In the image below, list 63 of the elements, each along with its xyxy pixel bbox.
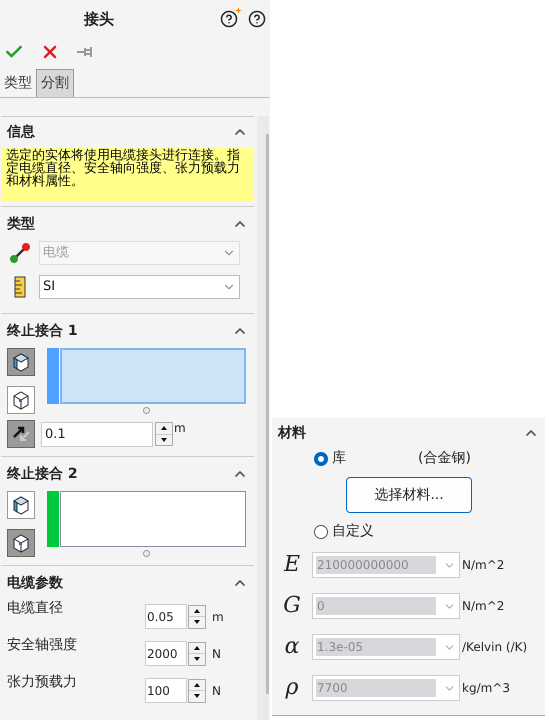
radio-button[interactable]: 库 bbox=[314, 448, 418, 469]
spinner-control[interactable] bbox=[188, 604, 206, 628]
section-title: 类型 bbox=[7, 214, 35, 234]
up-arrow-icon bbox=[194, 608, 200, 613]
arrows-icon bbox=[11, 424, 31, 444]
section-title: 终止接合 1 bbox=[7, 322, 78, 340]
offset-field[interactable]: 0.1 bbox=[41, 422, 153, 446]
cube-vertex-icon bbox=[11, 533, 31, 553]
up-arrow-icon bbox=[194, 682, 200, 687]
selection-mode-button[interactable] bbox=[7, 348, 35, 376]
parameter-label: 电缆直径 bbox=[7, 599, 64, 618]
ruler-icon bbox=[14, 276, 26, 298]
up-arrow-icon bbox=[161, 426, 167, 430]
select-material-button[interactable]: 选择材料... bbox=[346, 477, 472, 513]
tab[interactable]: 分割 bbox=[36, 69, 74, 97]
parameter-label: 安全轴强度 bbox=[7, 636, 78, 655]
cube-vertex-icon bbox=[11, 390, 31, 410]
unit-label: /Kelvin (/K) bbox=[462, 639, 528, 656]
scrollbar[interactable] bbox=[257, 116, 269, 720]
panel-title: 接头 bbox=[84, 8, 115, 30]
down-arrow-icon bbox=[194, 694, 200, 698]
radio-button[interactable]: 自定义 bbox=[314, 521, 374, 542]
parameter-field[interactable]: 2000 bbox=[145, 641, 187, 666]
resize-handle-icon[interactable] bbox=[143, 550, 150, 557]
selection-mode-button[interactable] bbox=[7, 386, 35, 414]
unit-label: N/m^2 bbox=[462, 557, 504, 574]
up-arrow-icon bbox=[194, 646, 200, 650]
unit-label: m bbox=[174, 422, 186, 434]
unit-label: N/m^2 bbox=[462, 598, 504, 615]
property-symbol: ρ bbox=[284, 676, 300, 700]
selection-mode-button[interactable] bbox=[7, 491, 35, 519]
cube-face-icon bbox=[11, 352, 31, 372]
unit-label: kg/m^3 bbox=[462, 680, 510, 697]
help-icon[interactable] bbox=[248, 10, 266, 28]
selection-mode-button[interactable] bbox=[7, 529, 35, 557]
down-arrow-icon bbox=[194, 657, 200, 662]
spinner-control[interactable] bbox=[188, 642, 206, 666]
section-title: 电缆参数 bbox=[7, 574, 63, 592]
parameter-field[interactable]: 100 bbox=[145, 678, 187, 703]
unit-label: N bbox=[212, 646, 221, 662]
pin-icon[interactable] bbox=[76, 45, 94, 59]
cable-icon bbox=[9, 242, 31, 264]
down-arrow-icon bbox=[194, 620, 200, 624]
dropdown[interactable]: SI bbox=[39, 275, 240, 299]
section-title: 材料 bbox=[278, 424, 306, 442]
spinner-control[interactable] bbox=[188, 678, 206, 702]
property-symbol: G bbox=[282, 594, 302, 618]
section-title: 终止接合 2 bbox=[7, 464, 78, 484]
spinner-control[interactable] bbox=[155, 422, 173, 446]
cube-face-icon bbox=[11, 495, 31, 515]
parameter-field[interactable]: 0.05 bbox=[145, 604, 187, 629]
down-arrow-icon bbox=[161, 438, 167, 442]
unit-label: N bbox=[212, 682, 221, 700]
resize-handle-icon[interactable] bbox=[143, 407, 150, 414]
info-text: 选定的实体将使用电缆接头进行连接。指定电缆直径、安全轴向强度、张力预载力和材料属性。 bbox=[1, 148, 254, 202]
property-symbol: α bbox=[284, 635, 300, 659]
section-title: 信息 bbox=[7, 122, 35, 142]
parameter-label: 张力预载力 bbox=[7, 673, 78, 692]
selection-list[interactable] bbox=[60, 491, 246, 547]
property-symbol: E bbox=[282, 553, 302, 577]
material-name: (合金钢) bbox=[418, 449, 471, 468]
unit-label: m bbox=[212, 608, 224, 626]
offset-direction-button[interactable] bbox=[7, 420, 35, 448]
